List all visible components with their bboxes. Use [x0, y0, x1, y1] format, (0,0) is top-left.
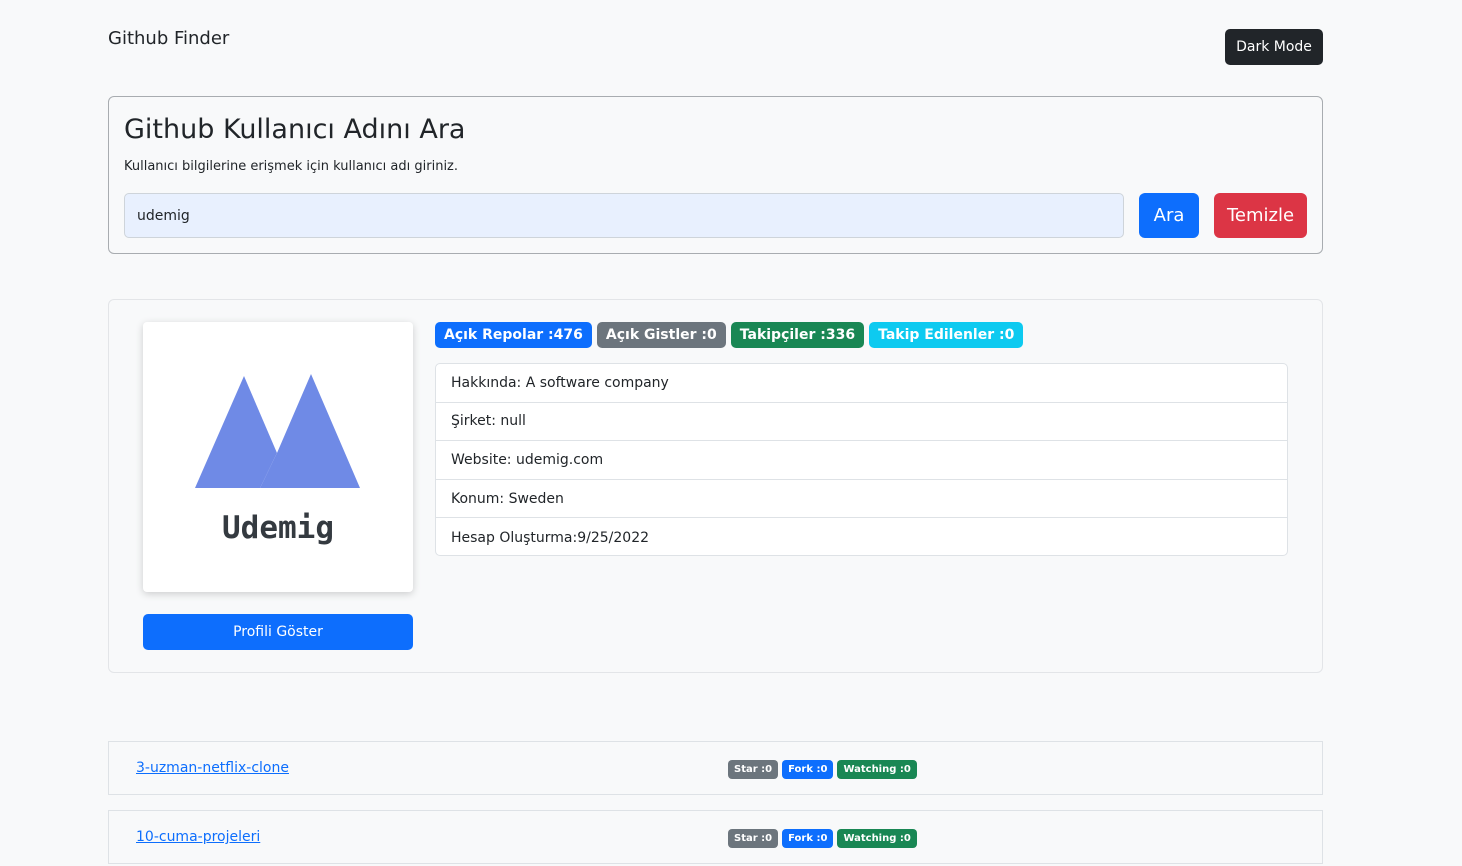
- avatar-logo-text: Udemig: [222, 510, 334, 546]
- public-repos-badge: Açık Repolar :476: [435, 322, 592, 348]
- repo-row: 3-uzman-netflix-clone Star :0 Fork :0 Wa…: [108, 741, 1323, 795]
- avatar: Udemig: [143, 322, 413, 592]
- followers-badge: Takipçiler :336: [730, 322, 865, 348]
- public-gists-badge: Açık Gistler :0: [596, 322, 726, 348]
- repo-link[interactable]: 3-uzman-netflix-clone: [136, 760, 289, 776]
- search-subtitle: Kullanıcı bilgilerine erişmek için kulla…: [124, 159, 459, 174]
- search-title: Github Kullanıcı Adını Ara: [124, 114, 466, 145]
- udemig-logo-icon: [195, 374, 360, 488]
- following-badge: Takip Edilenler :0: [869, 322, 1024, 348]
- show-profile-button[interactable]: Profili Göster: [143, 614, 413, 650]
- detail-about: Hakkında: A software company: [436, 364, 1287, 403]
- detail-website: Website: udemig.com: [436, 441, 1287, 480]
- stats-badges: Açık Repolar :476 Açık Gistler :0 Takipç…: [435, 322, 1024, 348]
- detail-location: Konum: Sweden: [436, 480, 1287, 519]
- search-input[interactable]: [124, 193, 1124, 238]
- detail-company: Şirket: null: [436, 403, 1287, 442]
- detail-created: Hesap Oluşturma:9/25/2022: [451, 529, 650, 546]
- star-badge: Star :0: [728, 760, 779, 779]
- profile-details-list: Hakkında: A software company Şirket: nul…: [435, 363, 1288, 556]
- clear-button[interactable]: Temizle: [1214, 193, 1307, 238]
- profile-card: Udemig Profili Göster Açık Repolar :476 …: [108, 299, 1323, 673]
- star-badge: Star :0: [728, 829, 779, 848]
- fork-badge: Fork :0: [782, 760, 834, 779]
- fork-badge: Fork :0: [782, 829, 834, 848]
- search-card: Github Kullanıcı Adını Ara Kullanıcı bil…: [108, 96, 1323, 254]
- repo-row: 10-cuma-projeleri Star :0 Fork :0 Watchi…: [108, 810, 1323, 864]
- repo-badges: Star :0 Fork :0 Watching :0: [728, 760, 917, 779]
- search-button[interactable]: Ara: [1139, 193, 1199, 238]
- navbar-brand[interactable]: Github Finder: [108, 28, 229, 49]
- dark-mode-button[interactable]: Dark Mode: [1225, 29, 1323, 65]
- repo-badges: Star :0 Fork :0 Watching :0: [728, 829, 917, 848]
- watching-badge: Watching :0: [837, 760, 917, 779]
- watching-badge: Watching :0: [837, 829, 917, 848]
- repo-link[interactable]: 10-cuma-projeleri: [136, 829, 260, 845]
